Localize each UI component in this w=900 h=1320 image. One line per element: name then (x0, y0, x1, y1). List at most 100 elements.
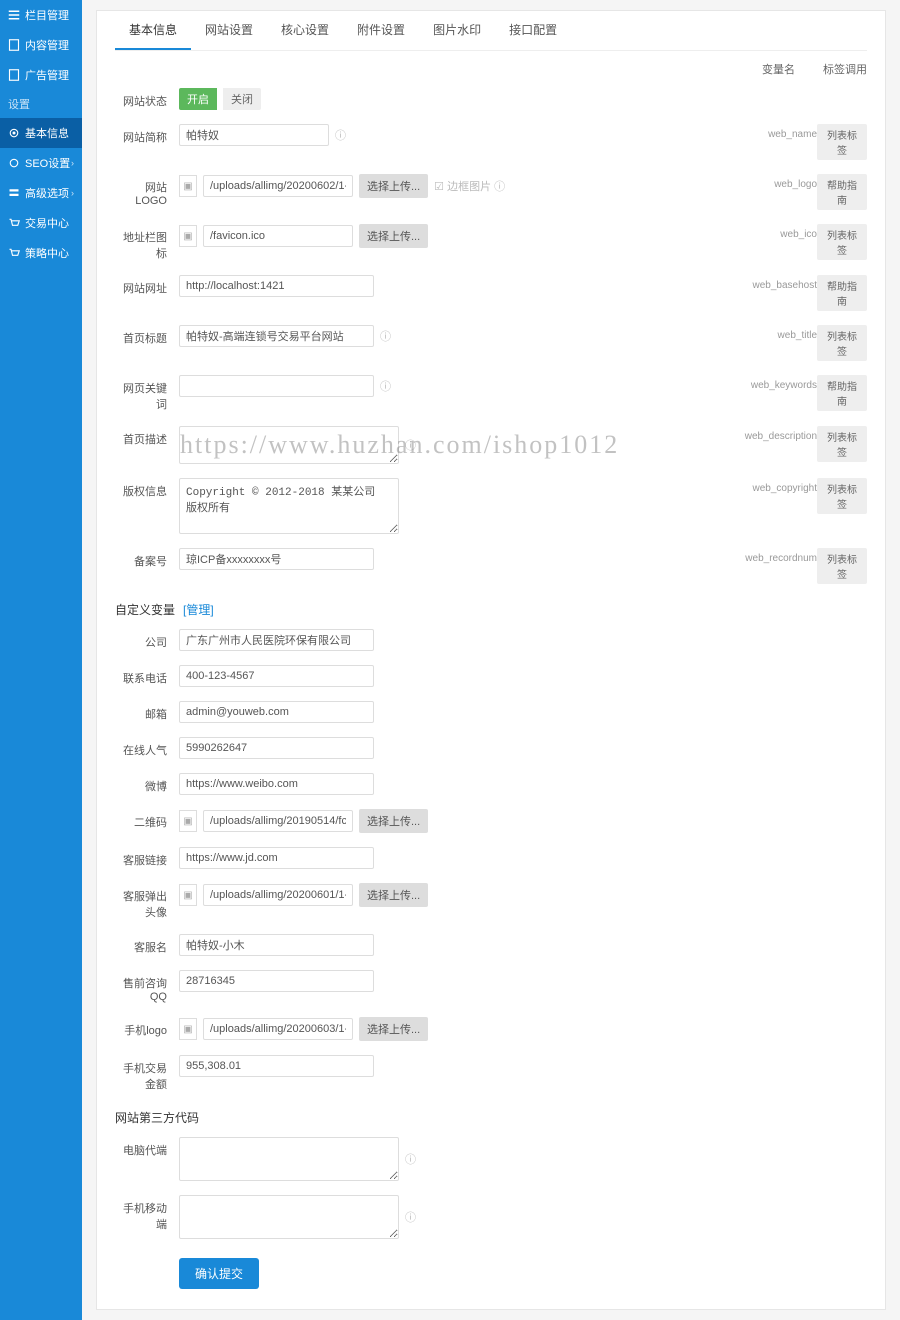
badge-url[interactable]: 帮助指南 (817, 275, 867, 311)
input-logo[interactable] (203, 175, 353, 197)
chevron-right-icon: › (71, 188, 74, 198)
input-keywords[interactable] (179, 375, 374, 397)
textarea-mobile[interactable] (179, 1195, 399, 1239)
input-favicon[interactable] (203, 225, 353, 247)
input-email[interactable] (179, 701, 374, 723)
textarea-copyright[interactable]: Copyright © 2012-2018 某某公司 版权所有 (179, 478, 399, 534)
upload-logo[interactable]: 选择上传... (359, 174, 428, 198)
input-company[interactable] (179, 629, 374, 651)
badge-desc[interactable]: 列表标签 (817, 426, 867, 462)
badge-favicon[interactable]: 列表标签 (817, 224, 867, 260)
var-record: web_recordnum (727, 548, 817, 564)
col-header-badge: 标签调用 (823, 61, 867, 77)
help-icon[interactable]: ⓘ (380, 328, 391, 344)
sidebar-label: 策略中心 (25, 245, 69, 261)
var-keywords: web_keywords (727, 375, 817, 391)
label-record: 备案号 (115, 548, 167, 569)
input-weibo[interactable] (179, 773, 374, 795)
label-kefu-name: 客服名 (115, 934, 167, 955)
sidebar: 栏目管理 内容管理 广告管理 设置 基本信息 SEO设置 › 高级选项 › 交易… (0, 0, 82, 1320)
custom-manage-link[interactable]: [管理] (183, 601, 214, 618)
input-record[interactable] (179, 548, 374, 570)
logo-extra[interactable]: ☑ 边框图片 ⓘ (434, 178, 505, 194)
tab-basic[interactable]: 基本信息 (115, 11, 191, 50)
badge-name[interactable]: 列表标签 (817, 124, 867, 160)
help-icon[interactable]: ⓘ (405, 1209, 416, 1225)
sidebar-item-seo[interactable]: SEO设置 › (0, 148, 82, 178)
sidebar-item-trade[interactable]: 交易中心 (0, 208, 82, 238)
toggle-on[interactable]: 开启 (179, 88, 217, 110)
input-name[interactable] (179, 124, 329, 146)
label-pc: 电脑代端 (115, 1137, 167, 1158)
label-logo: 网站LOGO (115, 174, 167, 207)
sidebar-label: 栏目管理 (25, 7, 69, 23)
image-icon: ▣ (179, 1018, 197, 1040)
tab-api[interactable]: 接口配置 (495, 11, 571, 50)
input-kefu-avatar[interactable] (203, 884, 353, 906)
var-name: web_name (727, 124, 817, 140)
sidebar-label: 广告管理 (25, 67, 69, 83)
tab-attach[interactable]: 附件设置 (343, 11, 419, 50)
input-amount[interactable] (179, 1055, 374, 1077)
label-phone: 联系电话 (115, 665, 167, 686)
badge-logo[interactable]: 帮助指南 (817, 174, 867, 210)
label-status: 网站状态 (115, 88, 167, 109)
var-logo: web_logo (727, 174, 817, 190)
sidebar-item-advanced[interactable]: 高级选项 › (0, 178, 82, 208)
badge-title[interactable]: 列表标签 (817, 325, 867, 361)
sidebar-item-ad[interactable]: 广告管理 (0, 60, 82, 90)
input-kefu-name[interactable] (179, 934, 374, 956)
var-favicon: web_ico (727, 224, 817, 240)
input-phone[interactable] (179, 665, 374, 687)
help-icon[interactable]: ⓘ (405, 437, 416, 453)
input-title[interactable] (179, 325, 374, 347)
help-icon[interactable]: ⓘ (380, 378, 391, 394)
sidebar-item-strategy[interactable]: 策略中心 (0, 238, 82, 268)
upload-favicon[interactable]: 选择上传... (359, 224, 428, 248)
toggle-off[interactable]: 关闭 (223, 88, 261, 110)
upload-qrcode[interactable]: 选择上传... (359, 809, 428, 833)
input-kefu-link[interactable] (179, 847, 374, 869)
help-icon[interactable]: ⓘ (405, 1151, 416, 1167)
badge-record[interactable]: 列表标签 (817, 548, 867, 584)
image-icon: ▣ (179, 225, 197, 247)
third-title: 网站第三方代码 (115, 1109, 199, 1126)
doc-icon (8, 39, 20, 51)
upload-mlogo[interactable]: 选择上传... (359, 1017, 428, 1041)
textarea-desc[interactable] (179, 426, 399, 464)
tab-core[interactable]: 核心设置 (267, 11, 343, 50)
image-icon: ▣ (179, 884, 197, 906)
label-url: 网站网址 (115, 275, 167, 296)
upload-kefu-avatar[interactable]: 选择上传... (359, 883, 428, 907)
submit-button[interactable]: 确认提交 (179, 1258, 259, 1289)
badge-keywords[interactable]: 帮助指南 (817, 375, 867, 411)
sidebar-label: 基本信息 (25, 125, 69, 141)
sidebar-label: 交易中心 (25, 215, 69, 231)
badge-copyright[interactable]: 列表标签 (817, 478, 867, 514)
label-company: 公司 (115, 629, 167, 650)
sidebar-label: 内容管理 (25, 37, 69, 53)
label-mlogo: 手机logo (115, 1017, 167, 1038)
label-kefu-qq: 售前咨询QQ (115, 970, 167, 1003)
sidebar-item-basic[interactable]: 基本信息 (0, 118, 82, 148)
label-copyright: 版权信息 (115, 478, 167, 499)
textarea-pc[interactable] (179, 1137, 399, 1181)
help-icon[interactable]: ⓘ (335, 127, 346, 143)
sidebar-label: SEO设置 (25, 155, 70, 171)
cart-icon (8, 247, 20, 259)
sidebar-item-content[interactable]: 内容管理 (0, 30, 82, 60)
label-favicon: 地址栏图标 (115, 224, 167, 261)
label-mobile: 手机移动端 (115, 1195, 167, 1232)
tabs: 基本信息 网站设置 核心设置 附件设置 图片水印 接口配置 (115, 11, 867, 51)
input-mlogo[interactable] (203, 1018, 353, 1040)
input-qq[interactable] (179, 737, 374, 759)
input-url[interactable] (179, 275, 374, 297)
list-icon (8, 9, 20, 21)
label-qq: 在线人气 (115, 737, 167, 758)
tab-site[interactable]: 网站设置 (191, 11, 267, 50)
input-kefu-qq[interactable] (179, 970, 374, 992)
input-qrcode[interactable] (203, 810, 353, 832)
sidebar-item-column[interactable]: 栏目管理 (0, 0, 82, 30)
gear-icon (8, 127, 20, 139)
tab-watermark[interactable]: 图片水印 (419, 11, 495, 50)
